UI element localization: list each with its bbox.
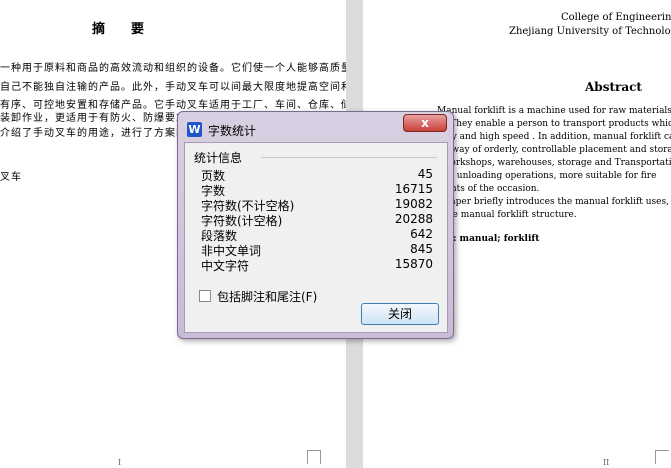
stat-value: 19082 <box>394 197 433 211</box>
stat-row-chars-with-spaces: 字符数(计空格) 20288 <box>201 212 433 228</box>
stat-value: 642 <box>410 227 433 241</box>
word-count-dialog: W 字数统计 x 统计信息 页数 45 字数 16715 字符数(不计空格) 1… <box>177 111 454 339</box>
dialog-body: 统计信息 页数 45 字数 16715 字符数(不计空格) 19082 字符数(… <box>184 142 448 333</box>
close-icon[interactable]: x <box>403 114 447 132</box>
abstract-line-zh: 自己不能独自注输的产品。此外，手动叉车可以间最大限度地提高空间和 <box>0 82 352 93</box>
page-number-left: I <box>118 458 122 467</box>
abstract-line-en: , workshops, warehouses, storage and Tra… <box>437 158 671 168</box>
abstract-line-en: ng way of orderly, controllable placemen… <box>437 145 671 155</box>
abstract-line-en: and unloading operations, more suitable … <box>437 171 657 181</box>
stat-row-pages: 页数 45 <box>201 167 433 183</box>
stat-row-words: 字数 16715 <box>201 182 433 198</box>
stat-value: 845 <box>410 242 433 256</box>
stat-label: 中文字符 <box>201 259 250 273</box>
page-number-right: II <box>603 458 610 467</box>
dialog-titlebar[interactable]: W 字数统计 x <box>178 112 453 142</box>
abstract-line-en: f the manual forklift structure. <box>437 210 577 220</box>
keywords-zh: 叉车 <box>0 172 22 183</box>
group-divider <box>261 157 437 158</box>
statistics-group-title: 统计信息 <box>194 149 247 166</box>
stat-row-paragraphs: 段落数 642 <box>201 227 433 243</box>
stat-value: 45 <box>417 167 433 181</box>
wps-writer-icon: W <box>187 122 202 137</box>
stat-value: 16715 <box>394 182 433 196</box>
abstract-title-en: Abstract <box>585 80 642 94</box>
include-footnotes-label[interactable]: 包括脚注和尾注(F) <box>217 288 317 305</box>
abstract-line-en: Manual forklift is a machine used for ra… <box>437 106 671 116</box>
abstract-title-zh: 摘要 <box>92 22 171 37</box>
page-corner-mark <box>307 450 321 464</box>
stat-value: 20288 <box>394 212 433 226</box>
page-corner-mark <box>655 450 669 464</box>
college-name: College of Engineering <box>561 12 671 23</box>
abstract-line-zh: 一种用于原料和商品的高效流动和组织的设备。它们使一个人能够高质量 <box>0 63 352 74</box>
include-footnotes-checkbox[interactable] <box>199 290 211 302</box>
dialog-title: 字数统计 <box>208 124 257 138</box>
stat-row-non-chinese-words: 非中文单词 845 <box>201 242 433 258</box>
close-button[interactable]: 关闭 <box>361 303 439 325</box>
university-name: Zhejiang University of Technology <box>509 26 671 37</box>
stat-row-chars-no-spaces: 字符数(不计空格) 19082 <box>201 197 433 213</box>
abstract-line-en: ality and high speed . In addition, manu… <box>437 132 671 142</box>
stat-value: 15870 <box>394 257 433 271</box>
stat-row-chinese-chars: 中文字符 15870 <box>201 257 433 273</box>
abstract-line-en: s paper briefly introduces the manual fo… <box>437 197 671 207</box>
abstract-line-en: ty. They enable a person to transport pr… <box>437 119 671 129</box>
